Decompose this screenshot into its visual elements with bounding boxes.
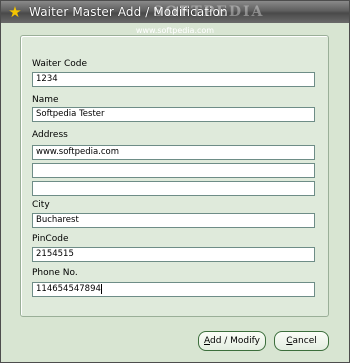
city-field[interactable]: Bucharest [32,213,315,228]
title-bar[interactable]: ★ Waiter Master Add / Modification SOFTP… [1,1,349,23]
city-label: City [32,200,50,210]
pincode-field[interactable]: 2154515 [32,247,315,262]
address-line-3-field[interactable] [32,181,315,196]
phone-label: Phone No. [32,268,78,278]
cancel-button[interactable]: Cancel [274,331,329,351]
add-modify-button[interactable]: Add / Modify [198,331,266,351]
address-label: Address [32,130,68,140]
cancel-label: ancel [292,336,317,346]
waiter-code-label: Waiter Code [32,59,88,69]
address-line-2-field[interactable] [32,163,315,178]
pincode-label: PinCode [32,234,69,244]
name-field[interactable]: Softpedia Tester [32,107,315,122]
waiter-code-field[interactable]: 1234 [32,72,315,87]
text-caret [100,283,102,294]
star-icon: ★ [8,3,22,21]
watermark-logo: SOFTPEDIA [153,4,265,20]
name-label: Name [32,95,59,105]
phone-field[interactable]: 114654547894 [32,282,315,297]
watermark-url: www.softpedia.com [135,26,215,35]
address-line-1-field[interactable]: www.softpedia.com [32,145,315,160]
add-modify-label: dd / Modify [209,336,260,346]
phone-value: 114654547894 [36,284,101,294]
